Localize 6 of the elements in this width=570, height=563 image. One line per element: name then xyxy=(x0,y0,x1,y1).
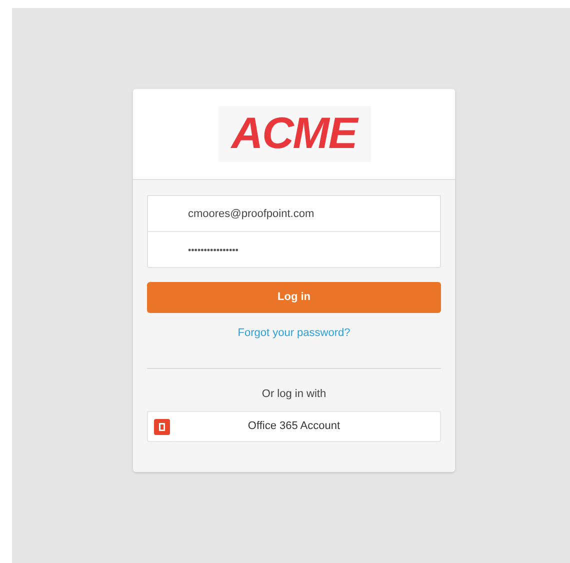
alt-login-label: Or log in with xyxy=(262,386,326,402)
email-field[interactable]: cmoores@proofpoint.com xyxy=(147,195,441,232)
office-icon xyxy=(154,419,170,435)
password-field[interactable]: •••••••••••••••• xyxy=(147,232,441,268)
logo: ACME xyxy=(218,106,370,162)
office365-button[interactable]: Office 365 Account xyxy=(147,411,441,442)
